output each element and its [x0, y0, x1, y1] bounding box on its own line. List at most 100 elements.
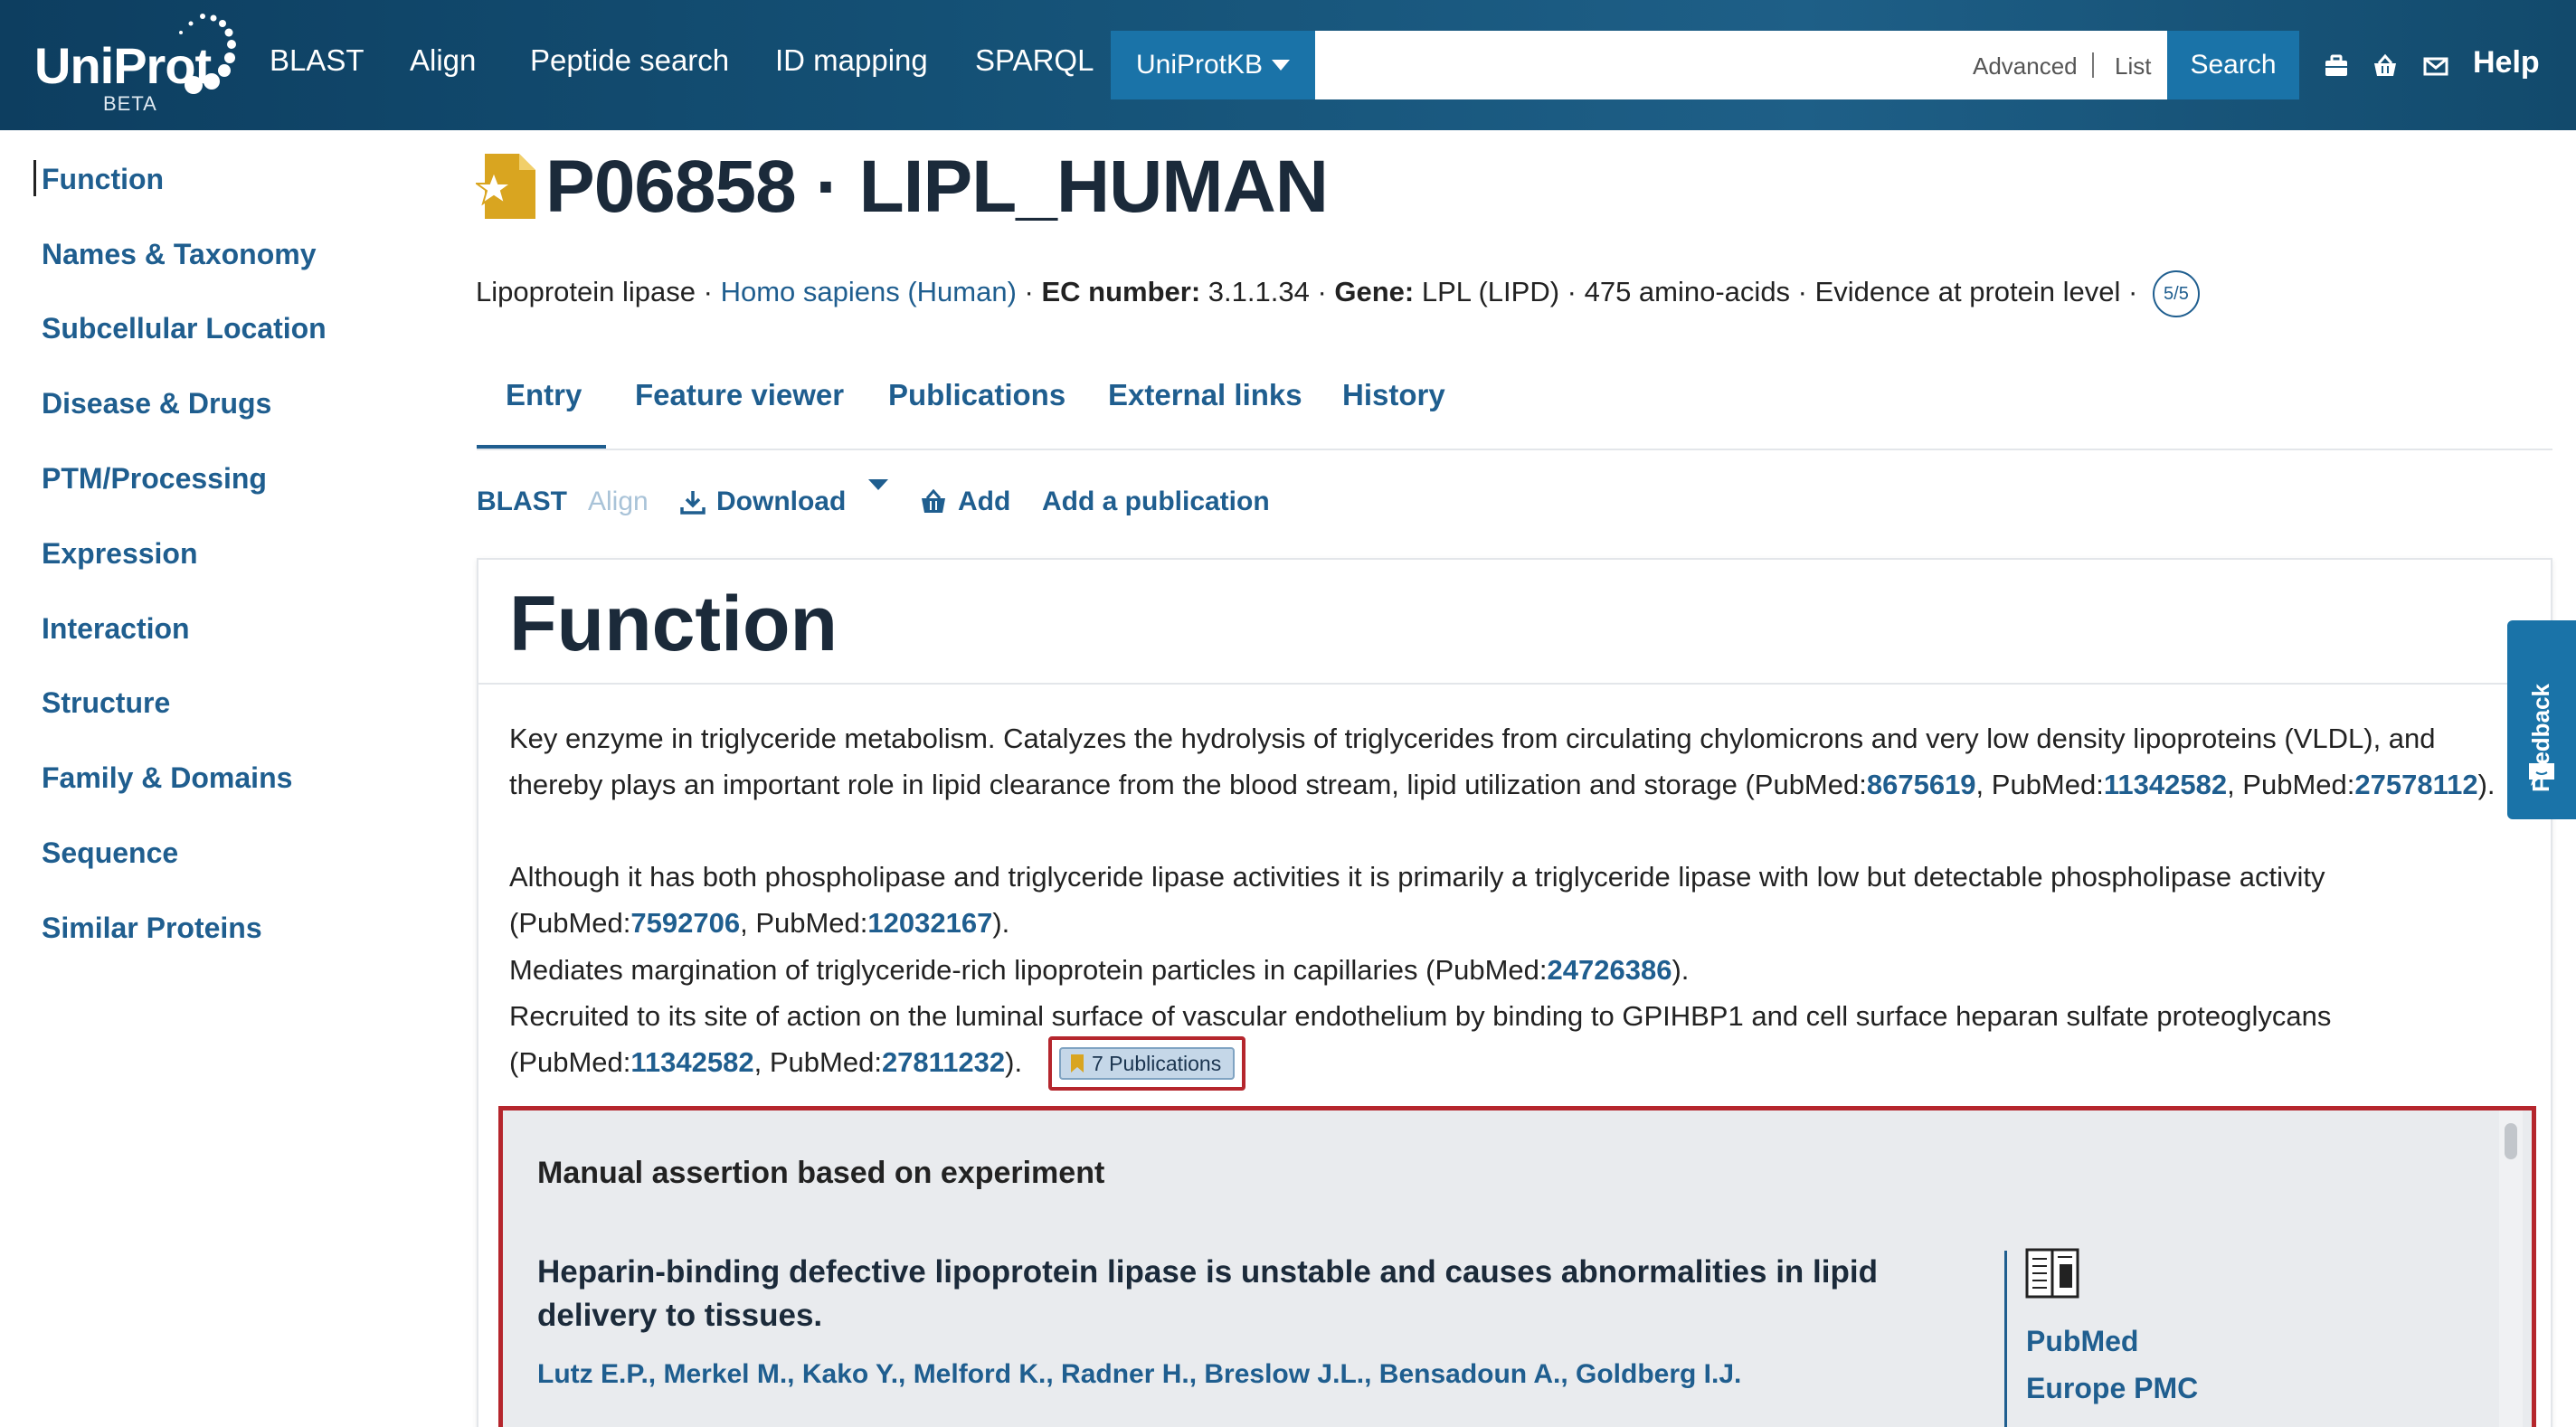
function-section-header: Function	[478, 560, 2551, 685]
download-button[interactable]: Download	[680, 487, 846, 517]
add-to-basket-button[interactable]: Add	[920, 487, 1010, 517]
advanced-search-link[interactable]: Advanced	[1973, 52, 2078, 80]
sidebar-item-interaction[interactable]: Interaction	[42, 612, 190, 646]
search-box: Advanced List	[1315, 31, 2167, 99]
entry-title: P06858 · LIPL_HUMAN	[545, 146, 1329, 228]
download-button-label: Download	[716, 487, 847, 516]
tab-entry[interactable]: Entry	[506, 378, 582, 412]
sidebar-item-family-domains[interactable]: Family & Domains	[42, 761, 292, 795]
para-text: , PubMed:	[1975, 769, 2104, 800]
annotation-score-badge[interactable]: 5/5	[2152, 270, 2200, 317]
download-dropdown-toggle[interactable]	[868, 479, 888, 490]
pubmed-link[interactable]: 12032167	[867, 907, 992, 939]
basket-icon[interactable]	[2372, 52, 2399, 80]
toolkit-icon[interactable]	[2323, 52, 2350, 80]
pubmed-link[interactable]: 27578112	[2354, 769, 2477, 800]
publication-title: Heparin-binding defective lipoprotein li…	[537, 1254, 1878, 1333]
sidebar-item-expression[interactable]: Expression	[42, 537, 198, 571]
pubmed-external-link[interactable]: PubMed	[2026, 1325, 2138, 1358]
sidebar-item-sequence[interactable]: Sequence	[42, 836, 178, 870]
blast-button[interactable]: BLAST	[477, 487, 567, 517]
sidebar-item-disease-drugs[interactable]: Disease & Drugs	[42, 387, 271, 421]
sidebar-item-function[interactable]: Function	[42, 163, 164, 196]
tab-feature-viewer[interactable]: Feature viewer	[635, 378, 844, 412]
evidence-heading: Manual assertion based on experiment	[537, 1156, 1105, 1190]
open-book-icon	[2025, 1248, 2079, 1299]
gene-label: Gene:	[1334, 276, 1415, 308]
pubmed-link[interactable]: 24726386	[1548, 954, 1672, 986]
sidebar-item-ptm-processing[interactable]: PTM/Processing	[42, 462, 267, 496]
nav-align[interactable]: Align	[410, 43, 476, 78]
summary-separator: ·	[1016, 276, 1042, 308]
europe-pmc-external-link[interactable]: Europe PMC	[2026, 1372, 2198, 1405]
nav-peptide-search[interactable]: Peptide search	[530, 43, 729, 78]
search-button[interactable]: Search	[2167, 31, 2299, 99]
function-paragraph-3: Mediates margination of triglyceride-ric…	[509, 947, 2535, 993]
mail-icon[interactable]	[2422, 52, 2449, 80]
nav-blast[interactable]: BLAST	[270, 43, 365, 78]
function-title: Function	[509, 581, 838, 667]
scrollbar-thumb[interactable]	[2505, 1123, 2517, 1159]
para-text: ).	[1672, 954, 1690, 986]
sidebar-item-names-taxonomy[interactable]: Names & Taxonomy	[42, 238, 317, 271]
sidebar-item-similar-proteins[interactable]: Similar Proteins	[42, 912, 262, 945]
para-text: ).	[2477, 769, 2496, 800]
add-publication-button[interactable]: Add a publication	[1042, 487, 1270, 517]
function-paragraph-1: Key enzyme in triglyceride metabolism. C…	[509, 715, 2535, 808]
publications-badge[interactable]: 7 Publications	[1059, 1047, 1235, 1080]
search-input[interactable]	[1315, 31, 1948, 99]
add-publication-label: Add a publication	[1042, 487, 1270, 516]
top-header: UniProt BETA BLAST Align Peptide search …	[0, 0, 2576, 130]
ec-value: 3.1.1.34 ·	[1200, 276, 1335, 308]
para-text: , PubMed:	[740, 907, 868, 939]
nav-sparql[interactable]: SPARQL	[975, 43, 1094, 78]
database-select[interactable]: UniProtKB	[1111, 31, 1315, 99]
pubmed-link[interactable]: 11342582	[630, 1046, 753, 1078]
pubmed-link[interactable]: 27811232	[882, 1046, 1005, 1078]
pubmed-link[interactable]: 7592706	[630, 907, 740, 939]
para-text: , PubMed:	[753, 1046, 882, 1078]
para-text: , PubMed:	[2227, 769, 2355, 800]
pubmed-link[interactable]: 11342582	[2104, 769, 2227, 800]
caret-down-icon	[868, 479, 888, 490]
sidebar-item-structure[interactable]: Structure	[42, 686, 170, 720]
list-search-link[interactable]: List	[2115, 52, 2151, 80]
active-tab-indicator	[477, 445, 606, 449]
logo-dots-icon	[179, 14, 236, 94]
align-button-label: Align	[588, 487, 649, 516]
protein-name: Lipoprotein lipase ·	[476, 276, 721, 308]
uniprot-logo[interactable]: UniProt BETA	[34, 13, 242, 115]
publication-authors[interactable]: Lutz E.P., Merkel M., Kako Y., Melford K…	[537, 1359, 1741, 1390]
bookmark-icon	[1071, 1054, 1084, 1073]
chat-icon	[2529, 763, 2554, 786]
ec-label: EC number:	[1041, 276, 1201, 308]
caret-down-icon	[1272, 60, 1291, 71]
para-text: ).	[992, 907, 1010, 939]
evidence-panel: Manual assertion based on experiment Hep…	[498, 1106, 2536, 1427]
add-button-label: Add	[958, 487, 1011, 516]
entry-summary: Lipoprotein lipase · Homo sapiens (Human…	[476, 270, 2200, 317]
logo-beta: BETA	[103, 92, 157, 115]
sidebar-item-subcellular-location[interactable]: Subcellular Location	[42, 312, 327, 345]
pubmed-link[interactable]: 8675619	[1867, 769, 1976, 800]
align-button: Align	[588, 487, 649, 517]
para-text: Mediates margination of triglyceride-ric…	[509, 954, 1548, 986]
divider	[2004, 1251, 2007, 1427]
sidebar-active-indicator	[33, 160, 36, 196]
download-icon	[680, 491, 706, 515]
help-link[interactable]: Help	[2473, 45, 2540, 80]
publications-badge-highlight: 7 Publications	[1048, 1036, 1245, 1091]
nav-id-mapping[interactable]: ID mapping	[775, 43, 928, 78]
basket-icon	[922, 489, 945, 513]
tab-publications[interactable]: Publications	[888, 378, 1065, 412]
gene-value: LPL (LIPD) · 475 amino-acids · Evidence …	[1414, 276, 2145, 308]
tab-external-links[interactable]: External links	[1108, 378, 1302, 412]
feedback-tab[interactable]: Feedback	[2507, 620, 2576, 819]
database-select-label: UniProtKB	[1135, 50, 1264, 80]
tab-history[interactable]: History	[1342, 378, 1445, 412]
organism-link[interactable]: Homo sapiens (Human)	[721, 276, 1017, 307]
para-text: ).	[1005, 1046, 1023, 1078]
separator	[2092, 52, 2094, 78]
function-paragraph-4: Recruited to its site of action on the l…	[509, 993, 2535, 1085]
blast-button-label: BLAST	[477, 487, 567, 516]
